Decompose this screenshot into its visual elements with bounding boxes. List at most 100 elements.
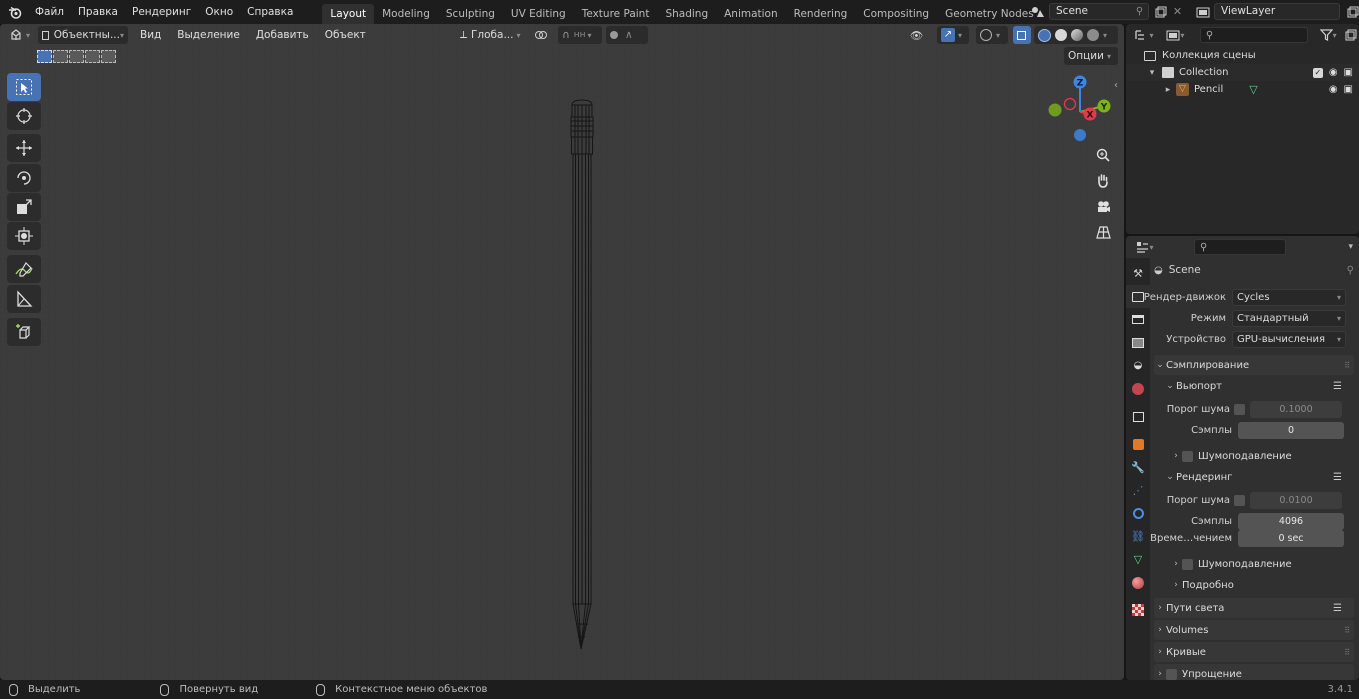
- advanced-subpanel-header[interactable]: › Подробно: [1154, 575, 1354, 595]
- zoom-icon[interactable]: [1092, 144, 1114, 166]
- data-tab-icon[interactable]: ▽: [1126, 548, 1150, 571]
- view-layer-icon[interactable]: [1192, 3, 1214, 20]
- sidebar-toggle-icon[interactable]: ‹: [1114, 80, 1118, 91]
- proportional-edit-button[interactable]: ∧: [606, 26, 648, 44]
- pan-hand-icon[interactable]: [1092, 169, 1114, 191]
- menu-select[interactable]: Выделение: [169, 29, 248, 41]
- viewport-noise-field[interactable]: 0.1000: [1250, 401, 1342, 418]
- select-extend-icon[interactable]: [53, 50, 68, 63]
- pencil-render-icon[interactable]: ▣: [1344, 84, 1353, 95]
- display-mode-icon[interactable]: ▾: [1163, 27, 1188, 44]
- menu-help[interactable]: Справка: [240, 2, 300, 22]
- viewport-samples-field[interactable]: 0: [1238, 422, 1344, 439]
- simplify-panel-header[interactable]: › Упрощение: [1154, 664, 1354, 680]
- presets-list-icon[interactable]: ☰: [1333, 381, 1342, 392]
- mesh-data-icon[interactable]: ▽: [1249, 83, 1257, 96]
- pencil-expand-icon[interactable]: ▸: [1162, 85, 1174, 95]
- snap-button[interactable]: ∩ нн ▾: [558, 26, 602, 44]
- render-engine-dropdown[interactable]: Cycles ▾: [1232, 289, 1346, 306]
- view-layer-name-field[interactable]: ViewLayer: [1214, 3, 1340, 20]
- tab-modeling[interactable]: Modeling: [374, 4, 438, 24]
- viewport-subpanel-header[interactable]: ⌄ Вьюпорт ☰: [1154, 376, 1354, 396]
- render-subpanel-header[interactable]: ⌄ Рендеринг ☰: [1154, 467, 1354, 487]
- menu-view[interactable]: Вид: [132, 29, 169, 41]
- tab-sculpting[interactable]: Sculpting: [438, 4, 503, 24]
- pencil-visibility-icon[interactable]: ◉: [1329, 84, 1338, 95]
- menu-object[interactable]: Объект: [317, 29, 374, 41]
- tool-move[interactable]: [7, 134, 41, 162]
- collection-exclude-checkbox[interactable]: ✓: [1312, 67, 1323, 78]
- transform-orientation-dropdown[interactable]: ⟂ Глоба... ▾: [456, 26, 522, 44]
- outliner-row-collection[interactable]: ▾ Collection ✓ ◉ ▣: [1126, 64, 1359, 81]
- curves-drag-icon[interactable]: ⠿: [1344, 648, 1350, 657]
- editor-type-button[interactable]: ▾: [6, 26, 34, 44]
- menu-window[interactable]: Окно: [198, 2, 240, 22]
- outliner-row-pencil[interactable]: ▸ ▽ Pencil ▽ ◉ ▣: [1126, 81, 1359, 98]
- select-invert-icon[interactable]: [85, 50, 100, 63]
- scene-icon[interactable]: [1027, 3, 1049, 20]
- render-noise-field[interactable]: 0.0100: [1250, 492, 1342, 509]
- delete-scene-icon[interactable]: ✕: [1169, 3, 1186, 20]
- render-presets-list-icon[interactable]: ☰: [1333, 472, 1342, 483]
- tool-transform[interactable]: [7, 222, 41, 250]
- perspective-toggle-icon[interactable]: [1092, 221, 1114, 243]
- pivot-point-button[interactable]: [530, 26, 554, 44]
- options-dropdown[interactable]: Опции ▾: [1064, 47, 1118, 65]
- tool-scale[interactable]: [7, 193, 41, 221]
- drag-handle-icon[interactable]: ⠿: [1344, 361, 1350, 370]
- tool-cursor[interactable]: [7, 102, 41, 130]
- render-denoise-checkbox[interactable]: [1182, 558, 1193, 570]
- viewport-noise-checkbox[interactable]: [1234, 404, 1245, 415]
- mode-dropdown[interactable]: Стандартный ▾: [1232, 310, 1346, 327]
- tool-rotate[interactable]: [7, 164, 41, 192]
- tab-compositing[interactable]: Compositing: [855, 4, 937, 24]
- mode-dropdown[interactable]: Объектны... ▾: [38, 26, 128, 44]
- menu-render[interactable]: Рендеринг: [125, 2, 198, 22]
- texture-tab-icon[interactable]: [1126, 598, 1150, 621]
- new-scene-icon[interactable]: [1152, 3, 1169, 20]
- pencil-wireframe[interactable]: [566, 99, 598, 654]
- render-noise-checkbox[interactable]: [1234, 495, 1245, 506]
- xray-button[interactable]: [1013, 26, 1031, 44]
- properties-search-field[interactable]: ⚲: [1194, 239, 1286, 255]
- tab-shading[interactable]: Shading: [657, 4, 716, 24]
- volumes-panel-header[interactable]: › Volumes ⠿: [1154, 620, 1354, 640]
- collection-expand-icon[interactable]: ▾: [1146, 68, 1158, 78]
- pin-icon[interactable]: ⚲: [1131, 3, 1148, 20]
- light-paths-presets-icon[interactable]: ☰: [1333, 603, 1342, 614]
- collection-render-icon[interactable]: ▣: [1344, 67, 1353, 78]
- tool-add-cube[interactable]: [7, 318, 41, 346]
- tab-geometry-nodes[interactable]: Geometry Nodes: [937, 4, 1042, 24]
- sampling-panel-header[interactable]: ⌄ Сэмплирование ⠿: [1154, 355, 1354, 375]
- viewport-denoise-checkbox[interactable]: [1182, 450, 1193, 462]
- scene-tab-icon[interactable]: ◒: [1126, 354, 1150, 377]
- gizmo-toggle-button[interactable]: ↗ ▾: [937, 26, 969, 44]
- volumes-drag-icon[interactable]: ⠿: [1344, 626, 1350, 635]
- visibility-button[interactable]: 👁: [906, 26, 936, 44]
- rendered-shading-icon[interactable]: [1087, 29, 1099, 41]
- outliner-row-scene-collection[interactable]: Коллекция сцены: [1126, 47, 1359, 64]
- new-view-layer-icon[interactable]: [1344, 3, 1359, 20]
- overlays-button[interactable]: ▾: [976, 26, 1008, 44]
- tab-texture-paint[interactable]: Texture Paint: [574, 4, 658, 24]
- tool-tab-icon[interactable]: ⚒: [1126, 262, 1150, 285]
- filter-icon[interactable]: ▾: [1316, 27, 1341, 44]
- modifier-tab-icon[interactable]: 🔧: [1126, 456, 1150, 479]
- menu-edit[interactable]: Правка: [71, 2, 125, 22]
- outliner-search-field[interactable]: ⚲: [1199, 27, 1308, 43]
- tab-layout[interactable]: Layout: [322, 4, 375, 24]
- pin-context-icon[interactable]: ⚲: [1347, 265, 1354, 276]
- tab-rendering[interactable]: Rendering: [786, 4, 856, 24]
- properties-options-icon[interactable]: ▾: [1348, 242, 1353, 252]
- time-limit-field[interactable]: 0 sec: [1238, 530, 1344, 547]
- device-dropdown[interactable]: GPU-вычисления ▾: [1232, 331, 1346, 348]
- collection-visibility-icon[interactable]: ◉: [1329, 67, 1338, 78]
- tab-animation[interactable]: Animation: [716, 4, 786, 24]
- 3d-viewport[interactable]: ▾ Объектны... ▾ Вид Выделение Добавить О…: [0, 24, 1124, 680]
- select-new-icon[interactable]: [37, 50, 52, 63]
- solid-shading-icon[interactable]: [1055, 29, 1067, 41]
- light-paths-panel-header[interactable]: › Пути света ☰: [1154, 598, 1354, 618]
- outliner-editor-type-icon[interactable]: ▾: [1132, 27, 1157, 44]
- blender-logo-icon[interactable]: [6, 4, 24, 21]
- curves-panel-header[interactable]: › Кривые ⠿: [1154, 642, 1354, 662]
